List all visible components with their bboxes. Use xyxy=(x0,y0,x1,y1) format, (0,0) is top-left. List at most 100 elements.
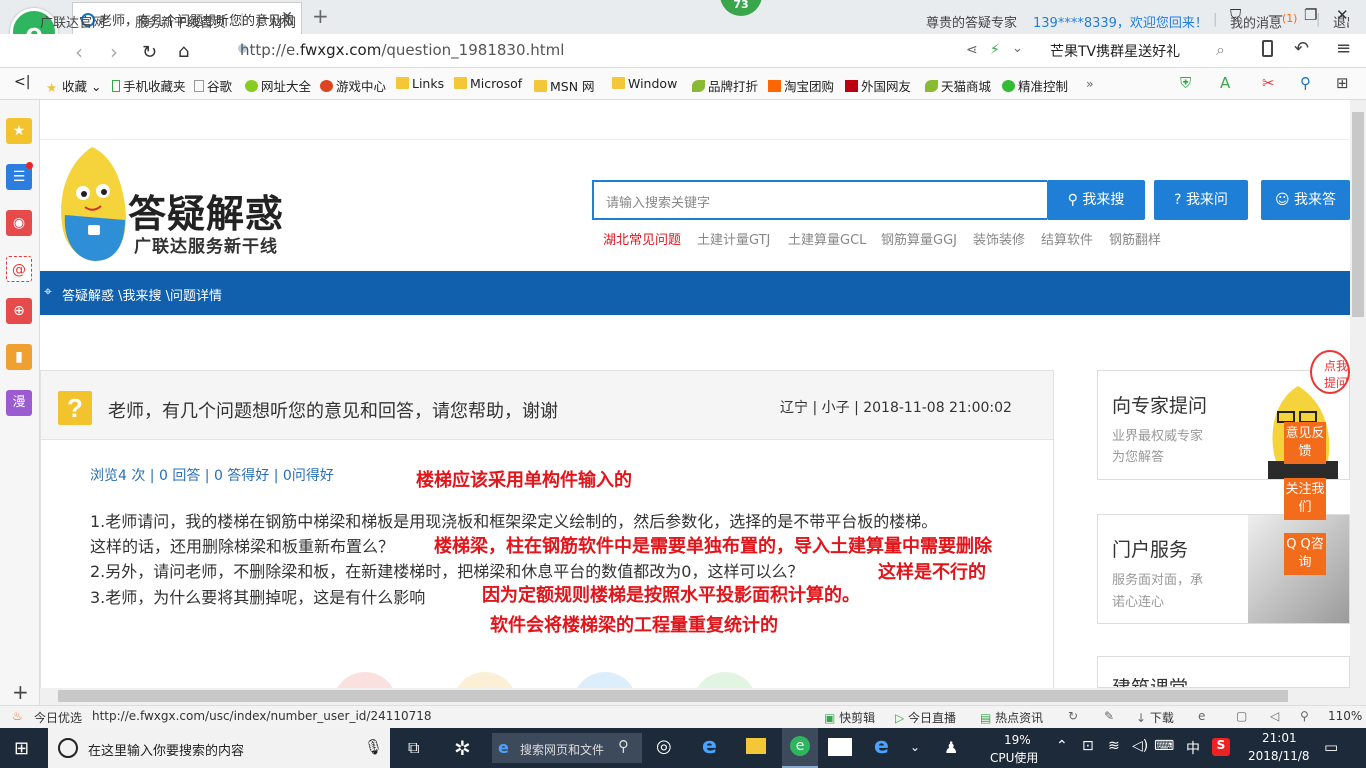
link-service-home[interactable]: 服务新干线首页 xyxy=(135,12,226,31)
bookmark-folder[interactable]: Window xyxy=(612,76,677,91)
browser-search-box[interactable]: 芒果TV携群星送好礼 xyxy=(1050,41,1180,61)
live-today-button[interactable]: ▷ 今日直播 xyxy=(895,709,956,726)
pin-icon[interactable]: ✎ xyxy=(1104,709,1114,723)
site-search-input[interactable]: 请输入搜索关键字 xyxy=(592,180,1047,220)
bookmark-item[interactable]: 品牌打折 xyxy=(692,76,758,95)
new-tab-button[interactable]: + xyxy=(312,4,329,28)
my-messages-link[interactable]: 我的消息(1) xyxy=(1230,12,1297,31)
chevron-down-icon[interactable]: ⌄ xyxy=(1012,41,1023,56)
bookmark-folder[interactable]: MSN 网 xyxy=(534,76,595,95)
window-icon[interactable]: ▢ xyxy=(1236,709,1247,723)
taskbar-web-search[interactable]: e 搜索网页和文件 ⚲ xyxy=(492,733,642,763)
building-class-card[interactable]: 建筑课堂 xyxy=(1097,656,1350,688)
ie-mode-icon[interactable]: e xyxy=(1198,709,1205,723)
search-button[interactable]: ⚲ 我来搜 xyxy=(1047,180,1145,220)
add-sidebar-item-icon[interactable]: + xyxy=(12,680,29,704)
ime-indicator[interactable]: 中 xyxy=(1186,738,1200,758)
search-icon[interactable]: ⌕ xyxy=(1216,40,1225,60)
tray-up-icon[interactable]: ⌃ xyxy=(1056,738,1068,754)
refresh-icon[interactable]: ↻ xyxy=(142,42,157,63)
hot-link-rebar[interactable]: 钢筋翻样 xyxy=(1109,229,1161,248)
edge-ie-icon[interactable]: e xyxy=(702,734,717,759)
download-button[interactable]: ↓ 下载 xyxy=(1136,709,1174,726)
share-icon[interactable]: ⋖ xyxy=(966,42,978,58)
mail-icon[interactable] xyxy=(828,738,852,756)
favorites-star-icon[interactable]: ★ xyxy=(6,118,32,144)
hot-link-settlement[interactable]: 结算软件 xyxy=(1041,229,1093,248)
bookmark-item[interactable]: 精准控制 xyxy=(1002,76,1068,95)
hot-link-decoration[interactable]: 装饰装修 xyxy=(973,229,1025,248)
file-explorer-icon[interactable] xyxy=(746,738,766,754)
microphone-icon[interactable]: 🎙 xyxy=(364,738,383,756)
more-bookmarks-icon[interactable]: » xyxy=(1086,76,1094,91)
horizontal-scroll-thumb[interactable] xyxy=(58,690,1288,702)
bookmark-item[interactable]: 手机收藏夹 xyxy=(112,76,186,95)
bookmark-favorites[interactable]: ★ 收藏 ⌄ xyxy=(46,76,101,95)
collapse-sidebar-icon[interactable]: <| xyxy=(14,74,30,90)
sogou-icon[interactable]: S xyxy=(1212,738,1230,756)
pinwheel-icon[interactable]: ✲ xyxy=(454,736,471,760)
bookmark-folder[interactable]: Microsof xyxy=(454,76,522,91)
link-materials[interactable]: 广材网 xyxy=(257,12,296,31)
people-icon[interactable]: ♟ xyxy=(944,738,958,757)
bookmark-item[interactable]: 谷歌 xyxy=(194,76,232,95)
vertical-scroll-thumb[interactable] xyxy=(1352,112,1364,317)
mail-icon[interactable]: @ xyxy=(6,256,32,282)
breadcrumb-text[interactable]: 答疑解惑 \我来搜 \问题详情 xyxy=(62,289,222,304)
zoom-level[interactable]: 110% xyxy=(1328,709,1362,723)
shield-icon[interactable]: ⛨ xyxy=(1180,74,1191,92)
apps-grid-icon[interactable]: ⊞ xyxy=(1336,74,1349,92)
back-icon[interactable]: ‹ xyxy=(75,40,83,64)
volume-icon[interactable]: ◁) xyxy=(1132,738,1148,754)
ask-bubble[interactable]: 点我提问 xyxy=(1310,350,1350,394)
undo-icon[interactable]: ↶ xyxy=(1294,38,1309,59)
logout-link[interactable]: 退出 xyxy=(1333,12,1349,31)
action-center-icon[interactable]: ▭ xyxy=(1324,738,1338,756)
wifi-icon[interactable]: ≋ xyxy=(1108,738,1120,754)
scissors-icon[interactable]: ✂ xyxy=(1262,74,1275,92)
ask-button[interactable]: ? 我来问 xyxy=(1154,180,1248,220)
lightning-icon[interactable]: ⚡ xyxy=(990,42,1000,58)
hot-link-gcl[interactable]: 土建算量GCL xyxy=(788,229,866,248)
question-stats[interactable]: 浏览4 次 | 0 回答 | 0 答得好 | 0问得好 xyxy=(90,465,334,485)
clock-date[interactable]: 2018/11/8 xyxy=(1248,749,1310,763)
follow-us-button[interactable]: 关注我们 xyxy=(1284,478,1326,520)
quick-clip-button[interactable]: ▣ 快剪辑 xyxy=(824,709,875,726)
windows-start-icon[interactable]: ⊞ xyxy=(14,738,29,759)
bookmark-item[interactable]: 淘宝团购 xyxy=(768,76,834,95)
mute-icon[interactable]: ◁ xyxy=(1270,709,1279,723)
link-glodon-home[interactable]: 广联达官网 xyxy=(40,12,105,31)
gamepad-icon[interactable]: ⊕ xyxy=(6,298,32,324)
feedback-button[interactable]: 意见反馈 xyxy=(1284,422,1326,464)
refresh-status-icon[interactable]: ↻ xyxy=(1068,709,1078,723)
home-icon[interactable]: ⌂ xyxy=(178,41,189,62)
hot-link-hubei[interactable]: 湖北常见问题 xyxy=(603,229,681,248)
clock-time[interactable]: 21:01 xyxy=(1262,731,1297,745)
url-input[interactable]: http://e.fwxgx.com/question_1981830.html xyxy=(240,41,564,59)
bookmark-item[interactable]: 天猫商城 xyxy=(925,76,991,95)
overflow-chevron[interactable]: ⌄ xyxy=(910,740,920,754)
zoom-icon[interactable]: ⚲ xyxy=(1300,709,1309,723)
book-icon[interactable]: ▮ xyxy=(6,344,32,370)
forward-icon[interactable]: › xyxy=(110,40,118,64)
welcome-text[interactable]: 139****8339，欢迎您回来！ xyxy=(1033,12,1208,31)
hot-news-button[interactable]: ▤ 热点资讯 xyxy=(980,709,1043,726)
menu-icon[interactable]: ≡ xyxy=(1336,38,1351,59)
qq-consult-button[interactable]: Q Q咨询 xyxy=(1284,533,1326,575)
bookmark-item[interactable]: 游戏中心 xyxy=(320,76,386,95)
comic-icon[interactable]: 漫 xyxy=(6,390,32,416)
hot-link-ggj[interactable]: 钢筋算量GGJ xyxy=(881,229,957,248)
chrome-like-icon[interactable]: ◎ xyxy=(656,736,672,757)
bookmark-item[interactable]: 外国网友 xyxy=(845,76,911,95)
keyboard-icon[interactable]: ⌨ xyxy=(1154,738,1174,754)
edge-icon[interactable]: e xyxy=(874,734,889,759)
bookmark-item[interactable]: 网址大全 xyxy=(245,76,311,95)
phone-icon[interactable] xyxy=(1262,40,1273,57)
answer-button[interactable]: ☺ 我来答 xyxy=(1261,180,1350,220)
magnifier-icon[interactable]: ⚲ xyxy=(1300,74,1311,92)
weibo-icon[interactable]: ◉ xyxy=(6,210,32,236)
translate-icon[interactable]: A xyxy=(1220,74,1230,92)
bookmark-folder[interactable]: Links xyxy=(396,76,444,91)
browser-taskbar-item[interactable]: e xyxy=(782,728,818,768)
taskbar-search[interactable]: 在这里输入你要搜索的内容 🎙 xyxy=(48,728,390,768)
